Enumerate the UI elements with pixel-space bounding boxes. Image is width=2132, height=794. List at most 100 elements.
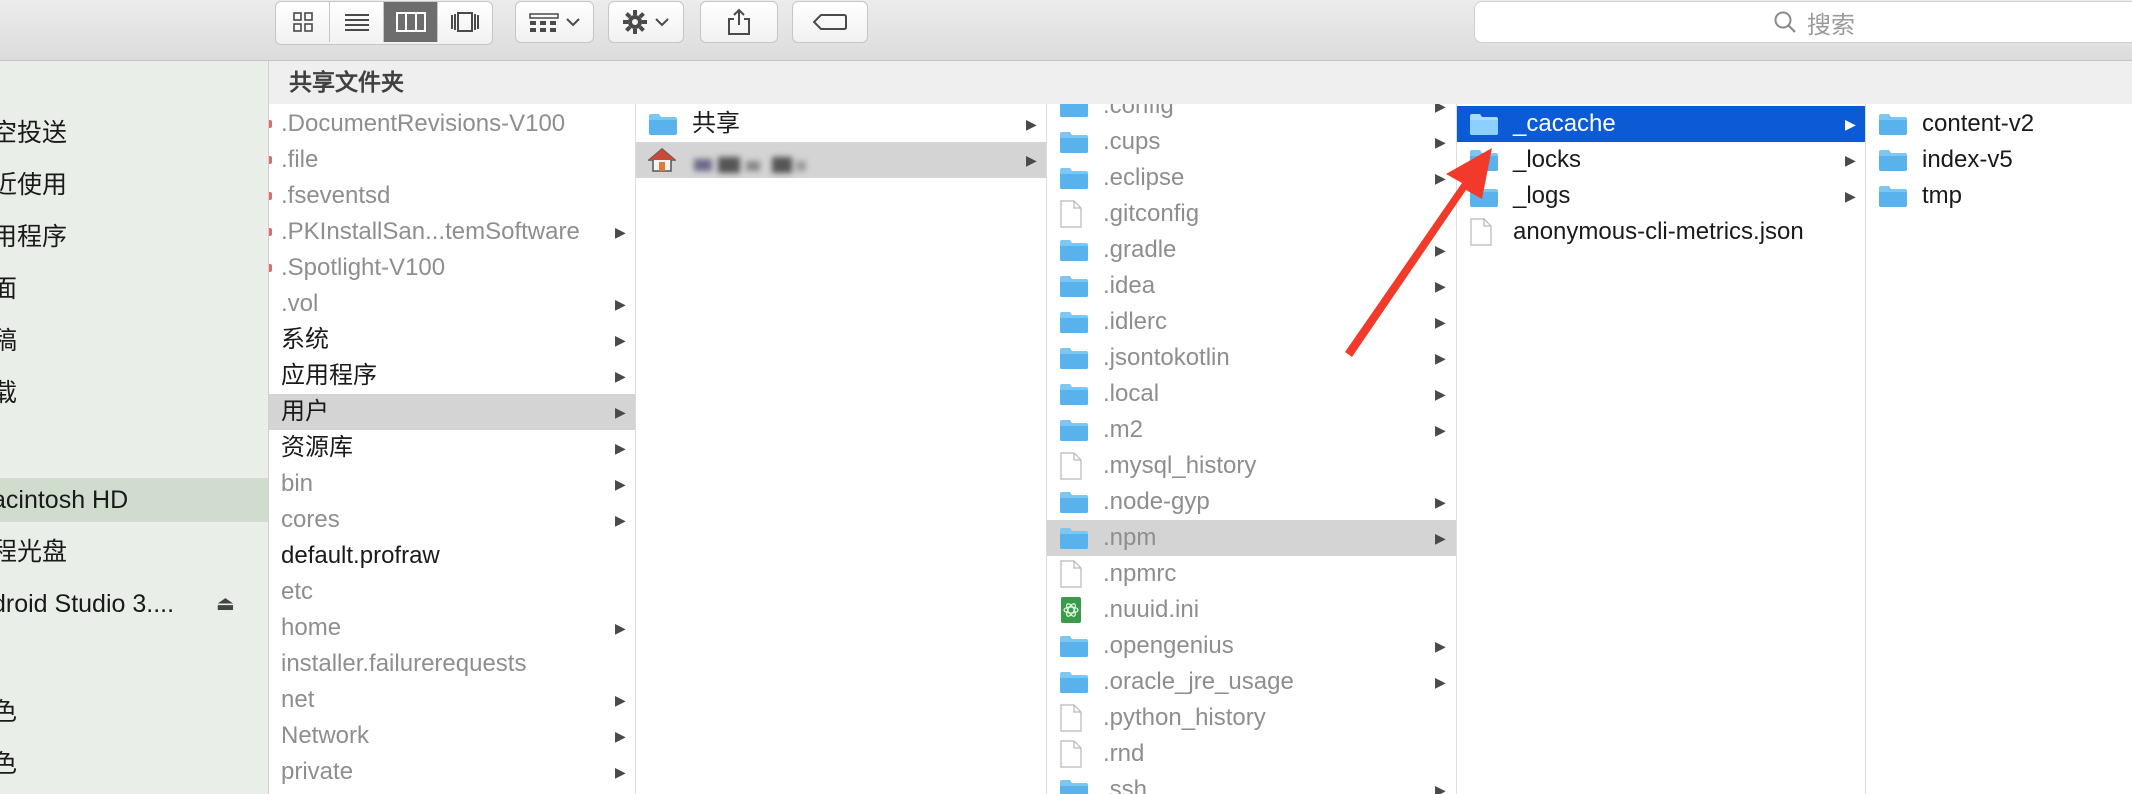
item-label: _cacache: [1513, 110, 1616, 137]
item-label: _logs: [1513, 182, 1571, 209]
root-list-item[interactable]: 资源库 ▶: [269, 430, 635, 466]
home-list-item[interactable]: .node-gyp ▶: [1047, 484, 1456, 520]
sidebar-item-downloads[interactable]: 载: [0, 371, 268, 415]
action-menu-button[interactable]: [608, 1, 684, 43]
home-list-item[interactable]: .npm ▶: [1047, 520, 1456, 556]
root-list-item[interactable]: home ▶: [269, 610, 635, 646]
item-label: 应用程序: [281, 362, 377, 389]
root-list-item[interactable]: .vol ▶: [269, 286, 635, 322]
item-label: 资源库: [281, 434, 353, 461]
cacache-list-item[interactable]: content-v2: [1866, 106, 2132, 142]
edit-tags-button[interactable]: [792, 1, 868, 43]
root-list-item[interactable]: 系统 ▶: [269, 322, 635, 358]
root-list-item[interactable]: private ▶: [269, 754, 635, 790]
path-bar: 共享文件夹: [269, 61, 2132, 105]
home-list-item[interactable]: .local ▶: [1047, 376, 1456, 412]
share-button[interactable]: [700, 1, 778, 43]
cacache-list-item[interactable]: index-v5: [1866, 142, 2132, 178]
folder-icon: [1470, 150, 1498, 171]
users-list-item[interactable]: 共享 ▶: [636, 106, 1046, 142]
home-list-item[interactable]: .opengenius ▶: [1047, 628, 1456, 664]
home-list-item[interactable]: .m2 ▶: [1047, 412, 1456, 448]
root-list-item[interactable]: etc: [269, 574, 635, 610]
disclosure-arrow-icon: ▶: [615, 296, 626, 312]
sidebar-item-label: 程光盘: [0, 538, 68, 566]
root-list-item[interactable]: .PKInstallSan...temSoftware ▶: [269, 214, 635, 250]
root-list-item[interactable]: .file: [269, 142, 635, 178]
gear-icon: [623, 10, 647, 34]
item-label: .eclipse: [1103, 164, 1185, 191]
npm-list-item[interactable]: _cacache ▶: [1457, 106, 1865, 142]
users-list-item[interactable]: ▶: [636, 142, 1046, 178]
item-label: .python_history: [1103, 704, 1266, 731]
home-list-item[interactable]: .config ▶: [1047, 104, 1456, 124]
home-list-item[interactable]: .cups ▶: [1047, 124, 1456, 160]
sidebar-item-android-studio[interactable]: droid Studio 3.... ⏏: [0, 582, 268, 626]
sidebar-item-macintosh-hd[interactable]: acintosh HD: [0, 478, 268, 522]
home-list-item[interactable]: .idea ▶: [1047, 268, 1456, 304]
home-list-item[interactable]: .npmrc: [1047, 556, 1456, 592]
home-list-item[interactable]: .mysql_history: [1047, 448, 1456, 484]
root-list-item[interactable]: Network ▶: [269, 718, 635, 754]
sidebar-item-remote-disc[interactable]: 程光盘: [0, 530, 268, 574]
root-list-item[interactable]: 应用程序 ▶: [269, 358, 635, 394]
npm-list-item[interactable]: anonymous-cli-metrics.json: [1457, 214, 1865, 250]
home-list-item[interactable]: .python_history: [1047, 700, 1456, 736]
folder-icon: [1060, 132, 1088, 153]
home-list-item[interactable]: .idlerc ▶: [1047, 304, 1456, 340]
item-label: .m2: [1103, 416, 1144, 443]
sidebar-item-airdrop[interactable]: 空投送: [0, 111, 268, 155]
root-list-item[interactable]: net ▶: [269, 682, 635, 718]
sidebar-item-recents[interactable]: 近使用: [0, 163, 268, 207]
file-icon: [1060, 740, 1082, 768]
tag-dot-icon: [269, 192, 272, 200]
home-list-item[interactable]: .ssh ▶: [1047, 772, 1456, 794]
group-by-button[interactable]: [515, 1, 594, 43]
sidebar-item-desktop[interactable]: 面: [0, 267, 268, 311]
root-list-item[interactable]: .Spotlight-V100: [269, 250, 635, 286]
disclosure-arrow-icon: ▶: [615, 620, 626, 636]
item-label: .gradle: [1103, 236, 1177, 263]
home-list-item[interactable]: .jsontokotlin ▶: [1047, 340, 1456, 376]
sidebar-item-tag-2[interactable]: 色: [0, 742, 268, 786]
column-view-button[interactable]: [384, 2, 438, 42]
item-label: 共享: [692, 110, 740, 137]
root-list-item[interactable]: bin ▶: [269, 466, 635, 502]
search-field[interactable]: 搜索: [1474, 1, 2132, 43]
item-label: home: [281, 614, 342, 641]
disclosure-arrow-icon: ▶: [1435, 782, 1446, 794]
home-list-item[interactable]: .gitconfig: [1047, 196, 1456, 232]
item-label: .local: [1103, 380, 1160, 407]
npm-list-item[interactable]: _locks ▶: [1457, 142, 1865, 178]
list-view-button[interactable]: [330, 2, 384, 42]
sidebar-item-tag-1[interactable]: 色: [0, 690, 268, 734]
column-root: .DocumentRevisions-V100 .file .fseventsd .P…: [269, 104, 636, 794]
disclosure-arrow-icon: ▶: [1435, 494, 1446, 510]
root-list-item[interactable]: default.profraw: [269, 538, 635, 574]
eject-icon[interactable]: ⏏: [216, 582, 235, 626]
root-list-item[interactable]: 用户 ▶: [269, 394, 635, 430]
cacache-list-item[interactable]: tmp: [1866, 178, 2132, 214]
cover-flow-view-button[interactable]: [438, 2, 492, 42]
sidebar-item-label: 载: [0, 379, 18, 407]
file-icon: [1470, 218, 1492, 246]
icon-view-button[interactable]: [276, 2, 330, 42]
home-list-item[interactable]: .eclipse ▶: [1047, 160, 1456, 196]
sidebar-item-documents[interactable]: 稿: [0, 319, 268, 363]
folder-icon: [1060, 636, 1088, 657]
root-list-item[interactable]: cores ▶: [269, 502, 635, 538]
item-label: .idlerc: [1103, 308, 1168, 335]
home-list-item[interactable]: .nuuid.ini: [1047, 592, 1456, 628]
item-label: content-v2: [1922, 110, 2035, 137]
home-list-item[interactable]: .oracle_jre_usage ▶: [1047, 664, 1456, 700]
item-label: default.profraw: [281, 542, 440, 569]
root-list-item[interactable]: .DocumentRevisions-V100: [269, 106, 635, 142]
home-list-item[interactable]: .rnd: [1047, 736, 1456, 772]
npm-list-item[interactable]: _logs ▶: [1457, 178, 1865, 214]
root-list-item[interactable]: installer.failurerequests: [269, 646, 635, 682]
item-label: _locks: [1513, 146, 1582, 173]
disclosure-arrow-icon: ▶: [1435, 674, 1446, 690]
sidebar-item-applications[interactable]: 用程序: [0, 215, 268, 259]
home-list-item[interactable]: .gradle ▶: [1047, 232, 1456, 268]
root-list-item[interactable]: .fseventsd: [269, 178, 635, 214]
